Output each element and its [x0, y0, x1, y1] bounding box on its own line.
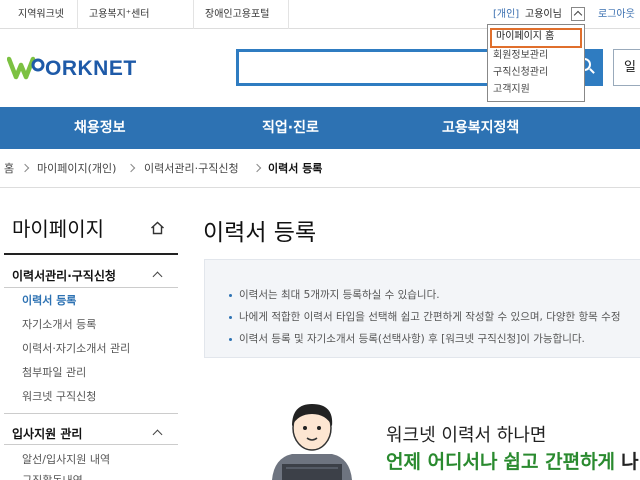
- main-nav: 채용정보 직업·진로 고용복지정책: [0, 107, 640, 149]
- sidebar-item-activity-history[interactable]: 구직활동내역: [22, 472, 83, 480]
- breadcrumb-current: 이력서 등록: [268, 162, 323, 175]
- info-text: 이력서 등록 및 자기소개서 등록(선택사항) 후 [워크넷 구직신청]이 가능…: [239, 333, 585, 345]
- promo-tail: 나: [621, 451, 639, 473]
- section-divider: [4, 444, 178, 445]
- dropdown-item-job-application[interactable]: 구직신청관리: [493, 65, 548, 81]
- info-text: 나에게 적합한 이력서 타입을 선택해 쉽고 간편하게 작성할 수 있으며, 다…: [239, 311, 621, 323]
- dropdown-item-member-info[interactable]: 회원정보관리: [493, 48, 548, 64]
- util-link-welfare-center[interactable]: 고용복지⁺센터: [83, 0, 155, 29]
- page-title: 이력서 등록: [203, 220, 317, 246]
- util-link-local-worknet[interactable]: 지역워크넷: [12, 0, 70, 29]
- search-icon-handle: [589, 68, 595, 74]
- header-side-button[interactable]: 일: [613, 49, 640, 86]
- user-dropdown-menu: 마이페이지 홈 회원정보관리 구직신청관리 고객지원: [487, 24, 585, 102]
- sidebar-section-apply[interactable]: 입사지원 관리: [12, 425, 82, 442]
- bullet-icon: [229, 315, 232, 319]
- dropdown-item-mypage-home[interactable]: 마이페이지 홈: [490, 28, 582, 48]
- worknet-logo[interactable]: ORKNET: [7, 55, 136, 83]
- bullet-icon: [229, 293, 232, 297]
- nav-item-jobs[interactable]: 채용정보: [74, 107, 126, 149]
- nav-item-welfare-policy[interactable]: 고용복지정책: [442, 107, 519, 149]
- info-item: 이력서는 최대 5개까지 등록하실 수 있습니다.: [229, 287, 440, 302]
- section-divider: [4, 413, 178, 414]
- home-icon[interactable]: [150, 221, 165, 235]
- info-item: 나에게 적합한 이력서 타입을 선택해 쉽고 간편하게 작성할 수 있으며, 다…: [229, 309, 621, 324]
- sidebar-item-attachments[interactable]: 첨부파일 관리: [22, 364, 86, 380]
- promo-headline: 워크넷 이력서 하나면: [386, 425, 547, 446]
- info-text: 이력서는 최대 5개까지 등록하실 수 있습니다.: [239, 289, 440, 301]
- chevron-right-icon: [20, 163, 30, 173]
- info-item: 이력서 등록 및 자기소개서 등록(선택사항) 후 [워크넷 구직신청]이 가능…: [229, 331, 585, 346]
- info-box: 이력서는 최대 5개까지 등록하실 수 있습니다. 나에게 적합한 이력서 타입…: [204, 259, 640, 358]
- sidebar-section-resume[interactable]: 이력서관리·구직신청: [12, 267, 116, 284]
- sidebar-item-job-apply[interactable]: 워크넷 구직신청: [22, 388, 96, 404]
- nav-item-career[interactable]: 직업·진로: [262, 107, 319, 149]
- logo-text: ORKNET: [45, 57, 137, 80]
- logout-link[interactable]: 로그아웃: [598, 0, 635, 29]
- sidebar-item-cover-letter[interactable]: 자기소개서 등록: [22, 316, 96, 332]
- section-divider: [4, 287, 178, 288]
- util-link-disability-portal[interactable]: 장애인고용포털: [199, 0, 275, 29]
- sidebar-item-apply-history[interactable]: 알선/입사지원 내역: [22, 451, 110, 467]
- promo-highlight-2: 쉽고 간편하게: [503, 451, 616, 473]
- divider: [288, 0, 289, 29]
- breadcrumb-mypage[interactable]: 마이페이지(개인): [37, 150, 116, 188]
- dropdown-item-customer-support[interactable]: 고객지원: [493, 82, 530, 98]
- user-menu-toggle[interactable]: [571, 7, 585, 21]
- breadcrumb-resume-mgmt[interactable]: 이력서관리·구직신청: [144, 150, 239, 188]
- divider: [193, 0, 194, 29]
- breadcrumb: 홈 마이페이지(개인) 이력서관리·구직신청 이력서 등록: [0, 150, 640, 188]
- sidebar-title: 마이페이지: [12, 217, 104, 241]
- chevron-right-icon: [252, 163, 262, 173]
- logo-w-icon: [7, 56, 45, 80]
- chevron-up-icon[interactable]: [152, 271, 163, 282]
- bullet-icon: [229, 337, 232, 341]
- promo-highlight-1: 언제 어디서나: [386, 451, 498, 473]
- person-laptop-illustration: [272, 404, 352, 480]
- divider: [77, 0, 78, 29]
- chevron-right-icon: [126, 163, 136, 173]
- sidebar-item-resume-register[interactable]: 이력서 등록: [22, 292, 76, 308]
- promo-subheadline: 언제 어디서나 쉽고 간편하게 나: [386, 447, 639, 474]
- sidebar-item-resume-manage[interactable]: 이력서·자기소개서 관리: [22, 340, 130, 356]
- chevron-up-icon[interactable]: [152, 429, 163, 440]
- chevron-up-icon: [573, 10, 583, 20]
- sidebar-divider: [4, 253, 178, 255]
- breadcrumb-home[interactable]: 홈: [4, 150, 14, 188]
